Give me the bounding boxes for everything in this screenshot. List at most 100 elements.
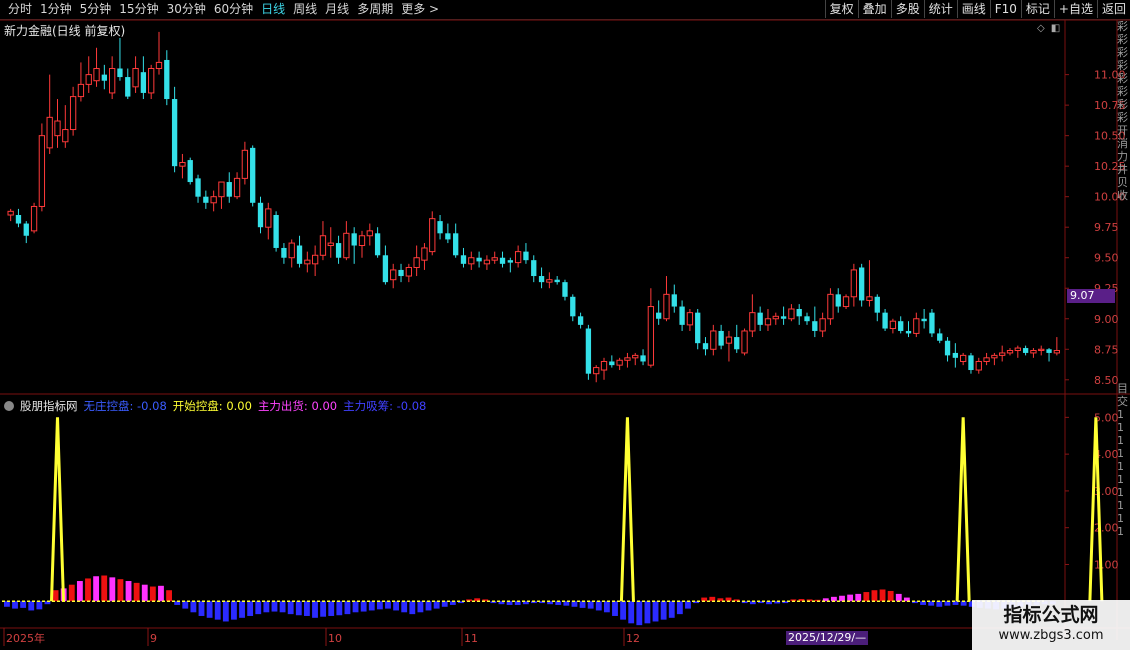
candle-body (1053, 349, 1061, 354)
indicator-bar (401, 601, 408, 613)
candle-body (554, 279, 560, 283)
candle-body (562, 282, 568, 297)
candle-body (898, 321, 904, 331)
indicator-bar (425, 601, 432, 611)
candle-body (54, 120, 61, 137)
candle-body (421, 247, 428, 261)
candle-body (609, 361, 615, 366)
candle-body (624, 357, 631, 361)
strip-glyph: 1 (1117, 421, 1124, 434)
strip-glyph: 彩 (1117, 85, 1128, 98)
candle-body (842, 296, 850, 308)
candle-body (577, 316, 584, 325)
candle-body (476, 257, 482, 262)
indicator-bar (628, 601, 635, 624)
indicator-bar (385, 601, 391, 609)
indicator-bar (603, 601, 610, 613)
candle-body (647, 306, 655, 366)
candle-body (23, 223, 29, 236)
candle-body (718, 330, 724, 346)
date-label: 11 (464, 632, 478, 645)
indicator-bar (871, 590, 878, 602)
right-side-strip: 彩彩彩彩彩彩彩彩开消力井贝收目交1111111111 (1117, 20, 1130, 640)
indicator-bar (376, 601, 383, 610)
date-label: 9 (150, 632, 157, 645)
candle-body (695, 312, 701, 344)
candle-body (296, 245, 303, 264)
indicator-bar (579, 601, 586, 608)
indicator-bar (660, 601, 667, 620)
candle-body (514, 251, 522, 264)
indicator-bar (612, 601, 618, 616)
candle-body (850, 269, 858, 298)
indicator-bar (295, 601, 302, 616)
strip-glyph: 彩 (1117, 72, 1128, 85)
indicator-bar (158, 585, 164, 602)
candle-body (1030, 349, 1037, 354)
candle-body (265, 208, 272, 228)
candle-body (85, 74, 92, 85)
indicator-bar (644, 601, 651, 624)
candle-body (827, 293, 834, 320)
indicator-bar (839, 595, 845, 602)
indicator-bar (279, 601, 286, 613)
candle-body (155, 61, 163, 70)
candle-body (593, 367, 600, 375)
indicator-bar (685, 601, 691, 609)
date-label: 2025年 (6, 631, 45, 645)
candle-body (281, 247, 287, 258)
candle-body (311, 254, 319, 265)
indicator-bar (68, 584, 75, 602)
candle-body (570, 296, 576, 317)
candle-body (351, 233, 357, 246)
candle-body (483, 259, 491, 265)
indicator-name[interactable]: 股朋指标网 (20, 399, 78, 413)
indicator-bar (133, 582, 140, 602)
indicator-bar (344, 601, 351, 615)
indicator-bar (595, 601, 602, 611)
candle-body (710, 330, 717, 350)
indicator-bar (247, 601, 254, 616)
candlestick-chart[interactable]: 11.0010.7510.5010.2510.009.759.509.259.0… (0, 0, 1130, 650)
strip-glyph: 贝 (1117, 176, 1128, 189)
indicator-bar (52, 590, 59, 602)
indicator-tick-label: 2.00 (1094, 522, 1119, 535)
candle-body (187, 160, 193, 183)
indicator-bar (141, 584, 148, 602)
candle-body (77, 83, 85, 98)
candle-body (531, 260, 537, 277)
strip-glyph: 1 (1117, 473, 1124, 486)
candle-body (273, 215, 279, 248)
candle-body (241, 149, 249, 179)
candle-body (429, 218, 436, 253)
candle-body (874, 296, 880, 313)
candle-body (952, 352, 959, 358)
candle-body (179, 162, 186, 167)
indicator-bar (190, 601, 197, 613)
candle-body (93, 68, 100, 82)
candle-body (944, 340, 951, 356)
strip-glyph: 彩 (1117, 20, 1128, 33)
candle-body (125, 77, 131, 97)
candle-body (366, 230, 373, 237)
candle-body (38, 135, 46, 207)
date-label: 12 (626, 632, 640, 645)
candle-body (702, 343, 709, 350)
cursor-date-label: 2025/12/29/— (786, 631, 868, 645)
candle-body (616, 359, 623, 366)
candle-body (734, 337, 740, 350)
spike-line (1088, 417, 1104, 602)
indicator-tick-label: 5.00 (1094, 411, 1119, 424)
strip-glyph: 彩 (1117, 98, 1128, 111)
indicator-legend-item-2: 主力出货: 0.00 (257, 399, 338, 413)
candle-body (1046, 349, 1052, 353)
candle-body (882, 312, 888, 329)
indicator-bar (879, 589, 886, 602)
indicator-collapse-icon[interactable] (4, 401, 14, 411)
watermark: 指标公式网 www.zbgs3.com (972, 600, 1130, 650)
candle-body (796, 308, 802, 317)
candle-body (929, 312, 935, 334)
candle-body (1022, 348, 1029, 353)
indicator-bar (271, 601, 278, 612)
indicator-bar (887, 590, 894, 602)
